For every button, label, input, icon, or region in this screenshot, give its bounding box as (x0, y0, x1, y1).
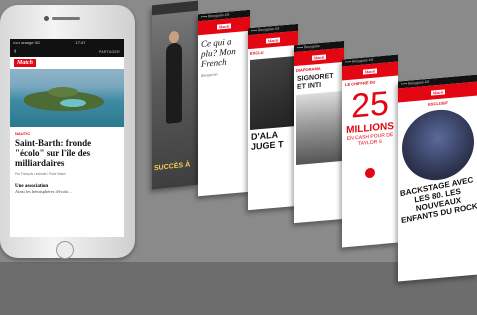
back-chevron-icon[interactable]: ‹ (14, 47, 16, 57)
card-article-exclu[interactable]: ••••• Bouygues 4G Match EXCLU D'ALA JUGE… (248, 23, 298, 211)
card-big-number: 25 (351, 84, 389, 126)
card-headline: SIGNORET ET INTI (297, 72, 334, 91)
speaker-grille (52, 17, 80, 20)
article-kicker: NAUTIC (15, 131, 31, 136)
camera-icon (44, 16, 49, 21)
card-article-diaporama[interactable]: ••••• Bouygues Match DIAPORAMA SIGNORET … (294, 40, 344, 224)
article-headline: Saint-Barth: fronde "écolo" sur l'île de… (15, 138, 92, 168)
logo: Match (14, 59, 37, 67)
logo: Match (216, 22, 232, 30)
status-time: 17:47 (75, 40, 86, 45)
card-photo (250, 55, 296, 131)
share-button[interactable]: PARTAGER (99, 50, 120, 54)
home-button[interactable] (56, 241, 74, 259)
logo-bar: Match (10, 57, 124, 69)
hero-image (10, 69, 124, 127)
status-bar: ••••• orange 3G 17:47 (10, 39, 124, 47)
logo: Match (265, 36, 281, 44)
card-article-figure[interactable]: ••••• Bouygues 4G Match LE CHIFFRE DU 25… (342, 54, 398, 248)
article-body: NAUTIC Saint-Barth: fronde "écolo" sur l… (10, 127, 124, 198)
card-article-portrait[interactable]: SUCCÈS À (152, 0, 198, 190)
logo: Match (311, 53, 327, 61)
card-headline: D'ALA JUGE T (251, 129, 284, 152)
lagoon-shape (60, 99, 86, 107)
share-circle-icon[interactable] (365, 167, 375, 179)
logo: Match (362, 67, 378, 75)
card-article-backstage[interactable]: ••••• Bouygues 4G Match EXCLUSIF BACKSTA… (398, 74, 477, 282)
card-photo (296, 90, 342, 166)
logo: Match (430, 88, 446, 96)
card-quote: Ce qui a plu? Mon French (201, 36, 236, 70)
island-hill (48, 87, 78, 97)
phone-device: ••••• orange 3G 17:47 ‹ PARTAGER Match N… (0, 5, 135, 259)
carrier-status: ••••• orange 3G (13, 40, 41, 45)
card-article-quote[interactable]: ••••• Bouygues 4G Match Ce qui a plu? Mo… (198, 9, 250, 197)
phone-screen: ••••• orange 3G 17:47 ‹ PARTAGER Match N… (10, 39, 124, 237)
article-byline: Par François Lestrade / Paris Match (15, 172, 66, 176)
card-headline: BACKSTAGE AVEC LES 80. LES NOUVEAUX ENFA… (399, 175, 477, 226)
article-text: Ainsi les hémisphères d'écolo... (15, 189, 72, 194)
person-figure (166, 42, 182, 124)
card-photo (402, 106, 474, 184)
nav-bar: ‹ PARTAGER (10, 47, 124, 57)
